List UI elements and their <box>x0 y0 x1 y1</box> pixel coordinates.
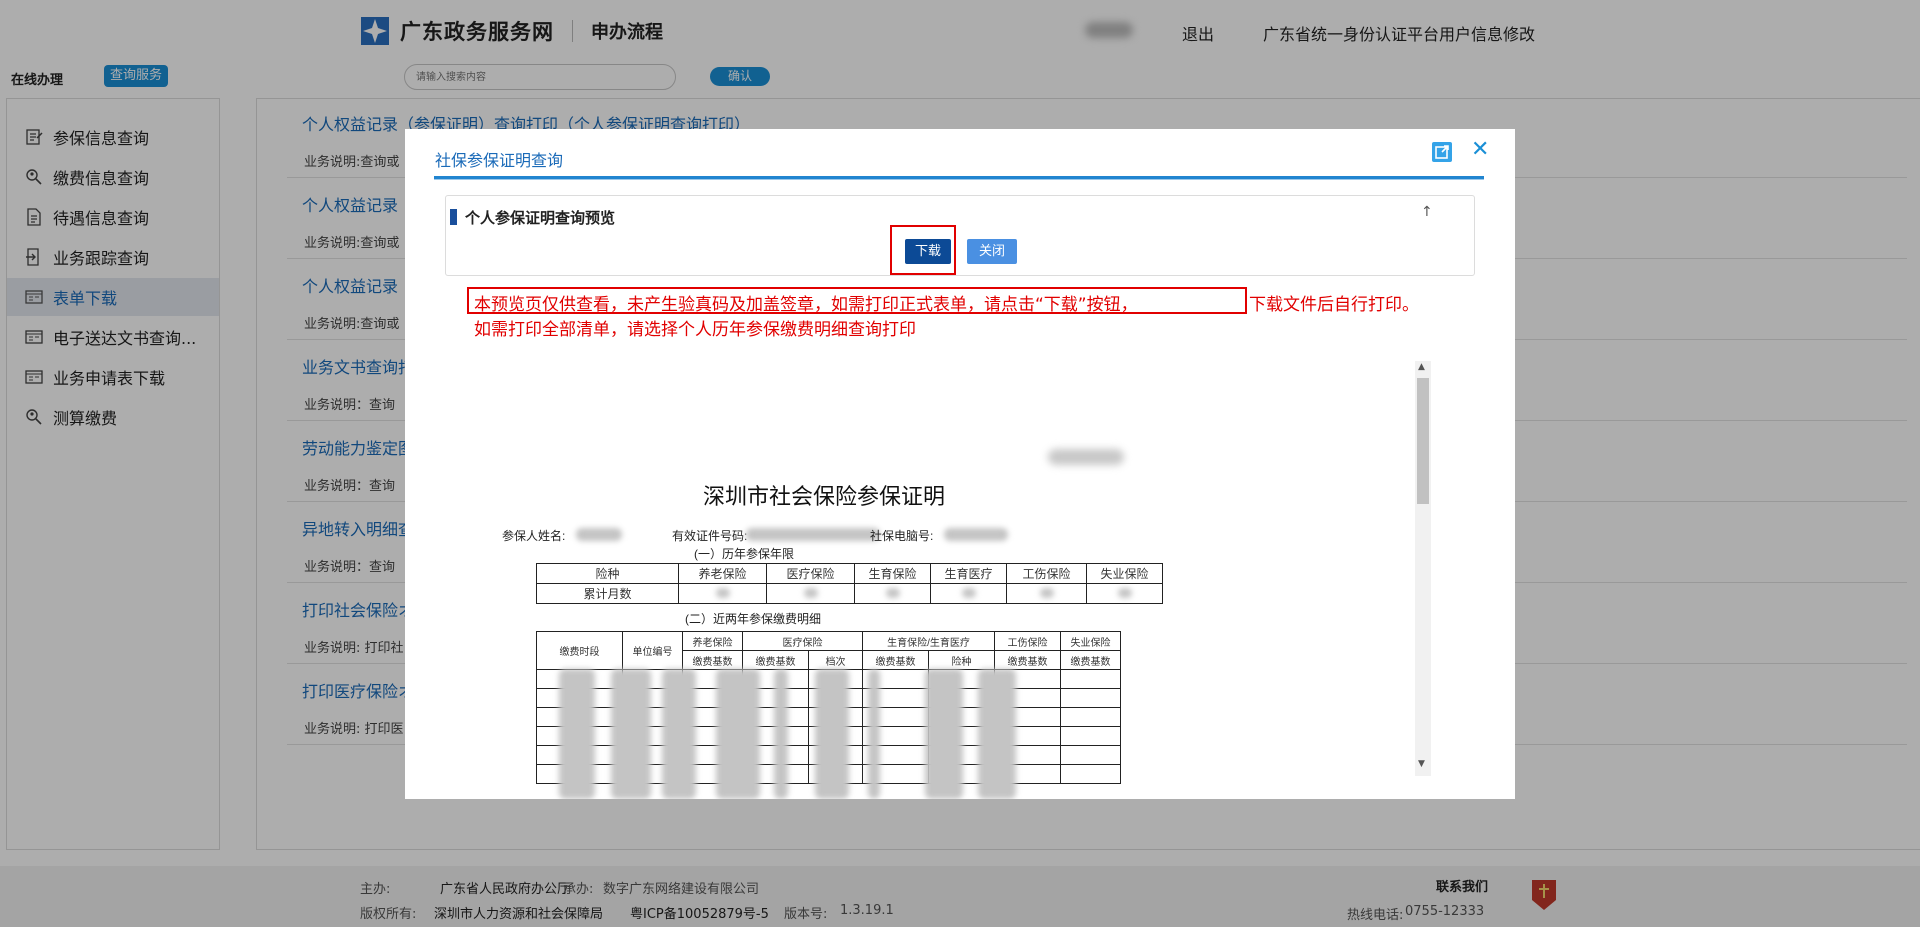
scroll-thumb[interactable] <box>1417 378 1429 504</box>
table-header: 生育保险/生育医疗 <box>862 631 995 651</box>
table-header: 养老保险 <box>682 631 743 651</box>
preview-title-marker <box>450 209 457 225</box>
doc-section-2: (二）近两年参保缴费明细 <box>685 612 821 626</box>
table-subheader: 缴费基数 <box>1060 650 1121 670</box>
close-preview-button[interactable]: 关闭 <box>967 239 1017 264</box>
table-subheader: 缴费基数 <box>742 650 809 670</box>
document-scrollbar[interactable]: ▲ ▼ <box>1415 361 1431 776</box>
table-cell-redacted <box>854 583 931 604</box>
table-header: 缴费时段 <box>536 631 623 670</box>
document-preview: 深圳市社会保险参保证明 参保人姓名: 有效证件号码: 社保电脑号: (一）历年参… <box>448 361 1484 799</box>
table-cell-redacted <box>1086 583 1163 604</box>
table-subheader: 缴费基数 <box>994 650 1061 670</box>
table-header: 医疗保险 <box>766 563 855 584</box>
table-header: 生育保险 <box>854 563 931 584</box>
column-redacted <box>662 669 696 799</box>
preview-title: 个人参保证明查询预览 <box>465 209 616 227</box>
notice-text-second: 如需打印全部清单，请选择个人历年参保缴费明细查询打印 <box>474 320 916 340</box>
table-header: 生育医疗 <box>930 563 1007 584</box>
table-subheader: 档次 <box>808 650 863 670</box>
table-row-label: 累计月数 <box>536 583 679 604</box>
table-header: 险种 <box>536 563 679 584</box>
doc-name-label: 参保人姓名: <box>502 529 566 543</box>
column-redacted <box>815 669 849 799</box>
arrow-up-icon[interactable]: ↑ <box>1421 204 1433 220</box>
table-header: 医疗保险 <box>742 631 863 651</box>
doc-name-redacted <box>576 528 622 541</box>
table-header: 失业保险 <box>1060 631 1121 651</box>
preview-panel: 个人参保证明查询预览 ↑ 下载 关闭 <box>445 195 1475 276</box>
doc-id-redacted <box>746 528 880 541</box>
column-redacted <box>868 669 880 799</box>
notice-text-tail: 下载文件后自行打印。 <box>1249 295 1419 315</box>
insurance-proof-modal: 社保参保证明查询 ✕ 个人参保证明查询预览 ↑ 下载 关闭 本预览页仅供查看，未… <box>405 129 1515 799</box>
table-cell-redacted <box>930 583 1007 604</box>
table-header: 失业保险 <box>1086 563 1163 584</box>
column-redacted <box>611 669 651 799</box>
scroll-down-icon[interactable]: ▼ <box>1418 759 1425 769</box>
table-subheader: 险种 <box>928 650 995 670</box>
table-cell-redacted <box>766 583 855 604</box>
column-redacted <box>978 669 1016 799</box>
table-header: 工伤保险 <box>994 631 1061 651</box>
open-external-icon[interactable] <box>1432 142 1452 162</box>
doc-section-1: (一）历年参保年限 <box>694 547 794 561</box>
doc-id-label: 有效证件号码: <box>672 529 748 543</box>
table-cell-redacted <box>678 583 767 604</box>
column-redacted <box>925 669 963 799</box>
modal-title: 社保参保证明查询 <box>435 151 564 170</box>
doc-computer-no-redacted <box>944 528 1008 541</box>
doc-computer-no-label: 社保电脑号: <box>870 529 934 543</box>
scroll-up-icon[interactable]: ▲ <box>1418 362 1425 372</box>
table-header: 养老保险 <box>678 563 767 584</box>
table-subheader: 缴费基数 <box>682 650 743 670</box>
table-cell-redacted <box>1006 583 1087 604</box>
column-redacted <box>716 669 760 799</box>
years-table: 险种 养老保险 医疗保险 生育保险 生育医疗 工伤保险 失业保险 累计月数 <box>536 563 1163 604</box>
table-header: 单位编号 <box>622 631 683 670</box>
doc-code-redacted <box>1048 449 1124 465</box>
column-redacted <box>774 669 788 799</box>
doc-title: 深圳市社会保险参保证明 <box>703 485 946 510</box>
download-button[interactable]: 下载 <box>905 239 951 264</box>
table-subheader: 缴费基数 <box>862 650 929 670</box>
close-icon[interactable]: ✕ <box>1471 137 1489 162</box>
column-redacted <box>559 669 595 799</box>
modal-title-rule <box>434 176 1484 180</box>
table-header: 工伤保险 <box>1006 563 1087 584</box>
notice-text-boxed: 本预览页仅供查看，未产生验真码及加盖签章，如需打印正式表单，请点击“下载”按钮， <box>474 295 1138 315</box>
